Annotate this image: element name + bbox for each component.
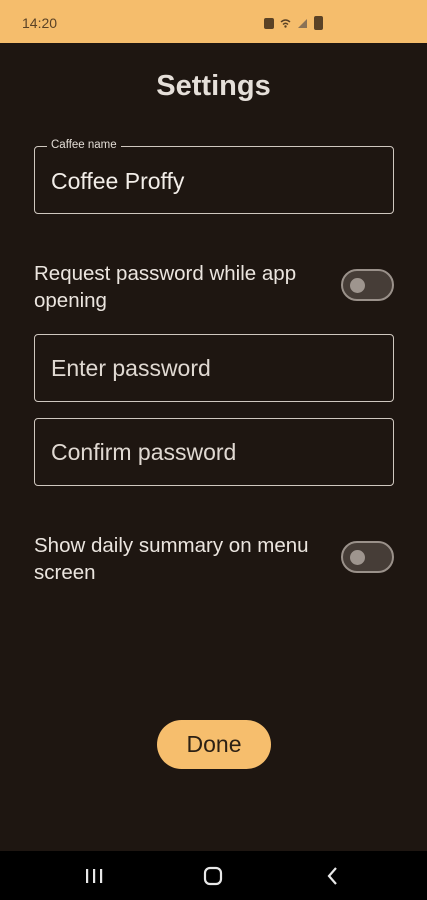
password-toggle[interactable] <box>341 269 394 301</box>
status-icons <box>264 16 323 30</box>
navigation-bar <box>0 851 427 900</box>
confirm-password-placeholder: Confirm password <box>51 439 237 465</box>
battery-icon <box>314 16 323 30</box>
status-time: 14:20 <box>22 15 58 31</box>
cafe-name-label: Caffee name <box>47 139 121 151</box>
summary-toggle-thumb <box>350 550 365 565</box>
back-icon[interactable] <box>321 864 345 888</box>
status-bar: 14:20 <box>0 0 427 43</box>
recents-icon[interactable] <box>82 864 106 888</box>
home-icon[interactable] <box>201 864 225 888</box>
confirm-password-field[interactable]: Confirm password <box>34 418 394 486</box>
wifi-icon <box>280 19 291 28</box>
notification-icon <box>264 17 274 29</box>
password-toggle-thumb <box>350 278 365 293</box>
enter-password-placeholder: Enter password <box>51 355 211 381</box>
enter-password-field[interactable]: Enter password <box>34 334 394 402</box>
summary-option-label: Show daily summary on menu screen <box>34 534 309 584</box>
summary-toggle[interactable] <box>341 541 394 573</box>
cafe-name-value[interactable]: Coffee Proffy <box>51 168 184 195</box>
cafe-name-field[interactable]: Caffee name Coffee Proffy <box>34 139 394 214</box>
signal-icon <box>298 19 307 28</box>
password-option-label: Request password while app opening <box>34 262 297 312</box>
done-button[interactable]: Done <box>157 720 271 769</box>
page-title: Settings <box>156 70 271 102</box>
